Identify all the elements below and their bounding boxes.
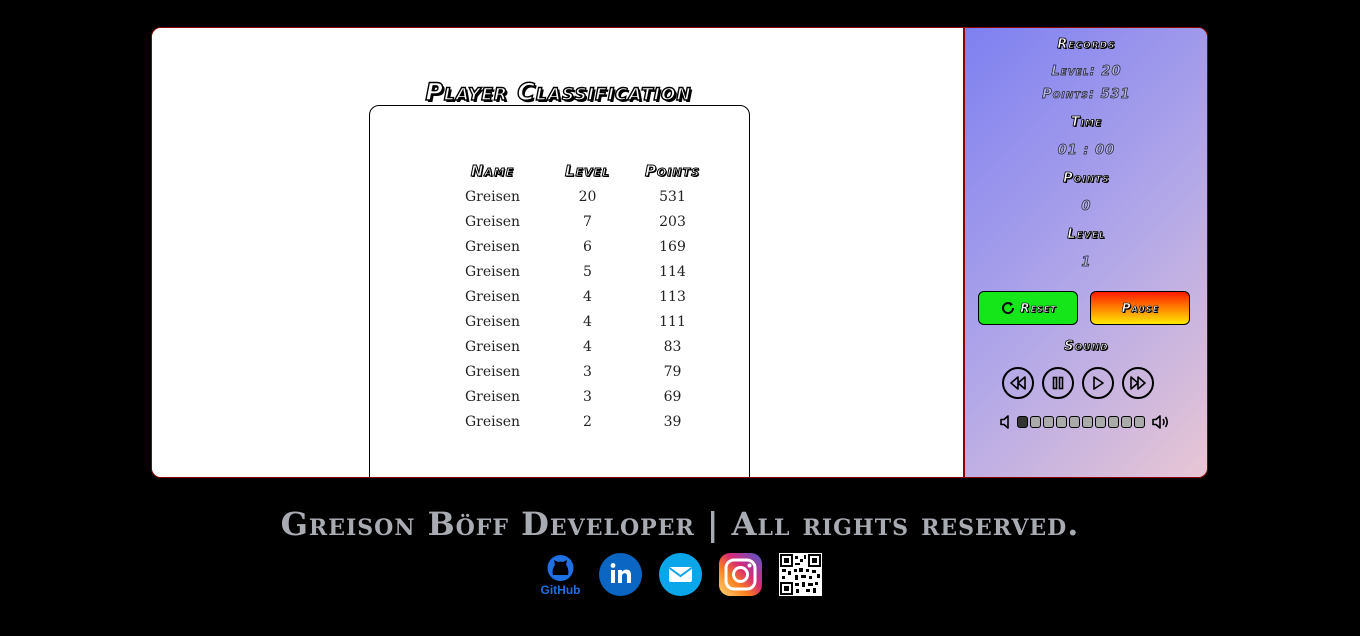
cell-points: 39 bbox=[663, 413, 682, 430]
cell-level: 6 bbox=[583, 238, 592, 255]
cell-name: Greisen bbox=[464, 388, 521, 405]
volume-control bbox=[999, 414, 1171, 430]
linkedin-icon[interactable] bbox=[599, 553, 642, 596]
volume-down-icon[interactable] bbox=[999, 414, 1013, 430]
cell-level: 4 bbox=[583, 313, 592, 330]
cell-points: 203 bbox=[659, 213, 686, 230]
rewind-icon bbox=[1010, 376, 1027, 390]
cell-points: 69 bbox=[663, 388, 682, 405]
music-pause-button[interactable] bbox=[1042, 367, 1075, 399]
table-row: Greisen 2 39 bbox=[440, 409, 715, 434]
cell-points: 531 bbox=[659, 188, 686, 205]
github-icon[interactable]: GitHub bbox=[539, 553, 582, 597]
sound-heading: Sound bbox=[1064, 339, 1109, 355]
table-row: Greisen 7 203 bbox=[440, 209, 715, 234]
cell-level: 7 bbox=[583, 213, 592, 230]
time-value: 01 : 00 bbox=[1057, 143, 1116, 159]
pause-icon bbox=[1053, 376, 1064, 390]
volume-segment[interactable] bbox=[1082, 416, 1094, 428]
cell-name: Greisen bbox=[464, 313, 521, 330]
qr-code-icon[interactable] bbox=[779, 553, 822, 596]
stats-sidebar: Records Level: 20 Points: 531 Time 01 : … bbox=[963, 28, 1207, 477]
cell-level: 3 bbox=[583, 388, 592, 405]
cell-name: Greisen bbox=[464, 238, 521, 255]
cell-name: Greisen bbox=[464, 413, 521, 430]
cell-points: 83 bbox=[663, 338, 682, 355]
records-level: Level: 20 bbox=[1051, 64, 1122, 80]
cell-points: 114 bbox=[659, 263, 686, 280]
cell-points: 169 bbox=[659, 238, 686, 255]
cell-points: 79 bbox=[663, 363, 682, 380]
table-row: Greisen 3 79 bbox=[440, 359, 715, 384]
level-heading: Level bbox=[1067, 227, 1106, 243]
points-heading: Points bbox=[1063, 171, 1110, 187]
rewind-button[interactable] bbox=[1002, 367, 1035, 399]
cell-level: 20 bbox=[578, 188, 597, 205]
refresh-icon bbox=[1000, 300, 1020, 316]
ranking-box: Name Level Points Greisen 20 531 Greisen 7 20… bbox=[369, 105, 750, 477]
pause-label: Pause bbox=[1121, 301, 1160, 316]
play-icon bbox=[1093, 376, 1105, 390]
page-title: Player Classification bbox=[425, 77, 692, 106]
play-button[interactable] bbox=[1082, 367, 1115, 399]
cell-level: 4 bbox=[583, 288, 592, 305]
time-heading: Time bbox=[1070, 115, 1103, 131]
fast-forward-button[interactable] bbox=[1122, 367, 1155, 399]
email-icon[interactable] bbox=[659, 553, 702, 596]
ranking-table: Name Level Points Greisen 20 531 Greisen 7 20… bbox=[440, 158, 715, 434]
sound-controls bbox=[1002, 367, 1155, 399]
classification-panel: Player Classification Name Level Points … bbox=[152, 28, 964, 477]
cell-name: Greisen bbox=[464, 363, 521, 380]
instagram-icon[interactable] bbox=[719, 553, 762, 596]
table-row: Greisen 20 531 bbox=[440, 184, 715, 209]
table-row: Greisen 4 83 bbox=[440, 334, 715, 359]
cell-level: 5 bbox=[583, 263, 592, 280]
cell-name: Greisen bbox=[464, 288, 521, 305]
table-row: Greisen 4 113 bbox=[440, 284, 715, 309]
svg-text:GitHub: GitHub bbox=[541, 583, 581, 596]
header-points: Points bbox=[644, 162, 701, 181]
header-level: Level bbox=[564, 162, 611, 181]
volume-bar[interactable] bbox=[1017, 416, 1146, 428]
volume-segment[interactable] bbox=[1030, 416, 1042, 428]
cell-name: Greisen bbox=[464, 213, 521, 230]
fast-forward-icon bbox=[1130, 376, 1147, 390]
cell-name: Greisen bbox=[464, 338, 521, 355]
points-value: 0 bbox=[1081, 199, 1092, 215]
volume-segment[interactable] bbox=[1121, 416, 1133, 428]
volume-segment[interactable] bbox=[1043, 416, 1055, 428]
volume-segment[interactable] bbox=[1017, 416, 1029, 428]
volume-segment[interactable] bbox=[1108, 416, 1120, 428]
cell-name: Greisen bbox=[464, 263, 521, 280]
social-links: GitHub bbox=[539, 553, 822, 597]
header-name: Name bbox=[470, 162, 515, 181]
volume-segment[interactable] bbox=[1095, 416, 1107, 428]
volume-segment[interactable] bbox=[1134, 416, 1146, 428]
records-points: Points: 531 bbox=[1042, 87, 1131, 103]
table-header-row: Name Level Points bbox=[440, 158, 715, 184]
cell-name: Greisen bbox=[464, 188, 521, 205]
cell-level: 2 bbox=[583, 413, 592, 430]
volume-segment[interactable] bbox=[1056, 416, 1068, 428]
footer-credits: Greison Böff Developer | All rights rese… bbox=[280, 505, 1080, 543]
table-row: Greisen 3 69 bbox=[440, 384, 715, 409]
volume-up-icon[interactable] bbox=[1151, 414, 1171, 430]
reset-button[interactable]: Reset bbox=[978, 291, 1079, 325]
table-row: Greisen 4 111 bbox=[440, 309, 715, 334]
cell-points: 113 bbox=[659, 288, 686, 305]
table-row: Greisen 6 169 bbox=[440, 234, 715, 259]
cell-level: 3 bbox=[583, 363, 592, 380]
reset-label: Reset bbox=[1020, 301, 1057, 316]
cell-level: 4 bbox=[583, 338, 592, 355]
table-row: Greisen 5 114 bbox=[440, 259, 715, 284]
volume-segment[interactable] bbox=[1069, 416, 1081, 428]
game-window: Player Classification Name Level Points … bbox=[151, 27, 1208, 478]
ranking-body: Greisen 20 531 Greisen 7 203 Greisen 6 169 Greise… bbox=[440, 184, 715, 434]
cell-points: 111 bbox=[659, 313, 686, 330]
records-heading: Records bbox=[1057, 37, 1116, 53]
level-value: 1 bbox=[1081, 255, 1092, 271]
pause-button[interactable]: Pause bbox=[1090, 291, 1191, 325]
